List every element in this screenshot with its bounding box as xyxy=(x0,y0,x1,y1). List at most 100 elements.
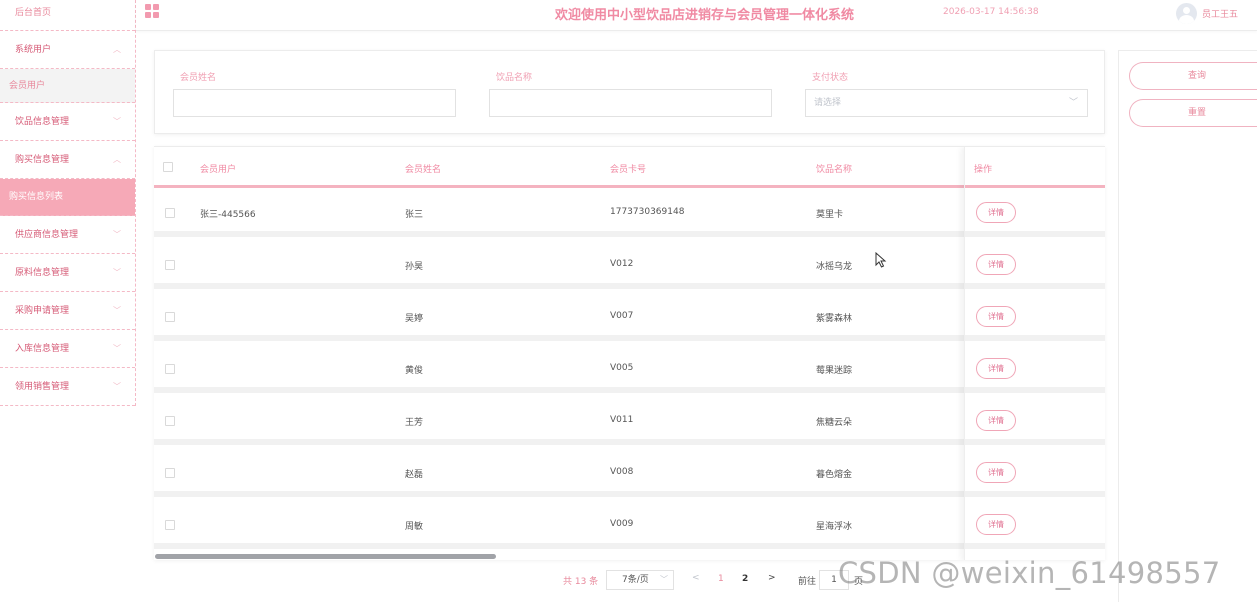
reset-button[interactable]: 重置 xyxy=(1129,99,1257,127)
sidebar-item-procurement-request[interactable]: 采购申请管理 ﹀ xyxy=(0,292,135,330)
chevron-up-icon: ︿ xyxy=(113,155,121,164)
cell-member-name: 孙昊 xyxy=(405,262,424,272)
table-row: 吴婷 V007 紫雾森林 详情 xyxy=(154,295,1105,341)
cell-drink-name: 冰摇乌龙 xyxy=(816,262,853,272)
user-name[interactable]: 员工王五 xyxy=(1202,7,1238,20)
sidebar-item-system-users[interactable]: 系统用户 ︿ xyxy=(0,31,135,69)
col-member-name: 会员姓名 xyxy=(405,165,442,175)
sidebar-item-label: 供应商信息管理 xyxy=(15,230,79,240)
sidebar-item-label: 原料信息管理 xyxy=(15,268,70,278)
pay-status-select[interactable]: 请选择 ﹀ xyxy=(805,89,1088,117)
table-row: 王芳 V011 焦糖云朵 详情 xyxy=(154,399,1105,445)
sidebar-item-label: 购买信息管理 xyxy=(15,155,70,165)
sidebar-item-stock-in-management[interactable]: 入库信息管理 ﹀ xyxy=(0,330,135,368)
user-avatar-icon[interactable] xyxy=(1176,3,1197,24)
next-page-button[interactable]: > xyxy=(768,573,776,583)
detail-button[interactable]: 详情 xyxy=(976,358,1016,379)
sidebar-item-label: 领用销售管理 xyxy=(15,382,70,392)
pagination-total: 共 13 条 xyxy=(563,577,599,587)
page-size-select[interactable]: 7条/页 ﹀ xyxy=(606,570,674,590)
chevron-down-icon: ﹀ xyxy=(113,117,121,126)
watermark: CSDN @weixin_61498557 xyxy=(838,556,1221,590)
cell-card-no: V005 xyxy=(610,363,634,373)
horizontal-scrollbar[interactable] xyxy=(155,554,496,559)
sidebar-item-sales-management[interactable]: 领用销售管理 ﹀ xyxy=(0,368,135,406)
top-header: 欢迎使用中小型饮品店进销存与会员管理一体化系统 2026-03-17 14:56… xyxy=(136,0,1257,31)
cell-drink-name: 莫里卡 xyxy=(816,210,844,220)
page-number-2[interactable]: 2 xyxy=(742,574,748,584)
cell-member-user: 张三-445566 xyxy=(200,210,256,220)
drink-name-input[interactable] xyxy=(489,89,772,117)
row-checkbox[interactable] xyxy=(165,364,175,374)
cell-card-no: V011 xyxy=(610,415,634,425)
table-row: 赵磊 V008 暮色熔金 详情 xyxy=(154,451,1105,497)
member-name-input[interactable] xyxy=(173,89,456,117)
row-checkbox[interactable] xyxy=(165,260,175,270)
cell-card-no: V012 xyxy=(610,259,634,269)
mouse-cursor-icon xyxy=(875,252,887,268)
cell-member-name: 张三 xyxy=(405,210,424,220)
cell-card-no: V008 xyxy=(610,467,634,477)
query-button[interactable]: 查询 xyxy=(1129,62,1257,90)
member-name-label: 会员姓名 xyxy=(180,73,217,83)
cell-card-no: 1773730369148 xyxy=(610,207,685,217)
detail-button[interactable]: 详情 xyxy=(976,514,1016,535)
grid-icon[interactable] xyxy=(145,4,159,18)
chevron-up-icon: ︿ xyxy=(113,45,121,54)
drink-name-label: 饮品名称 xyxy=(496,73,533,83)
pay-status-placeholder: 请选择 xyxy=(814,98,842,108)
sidebar-item-label: 饮品信息管理 xyxy=(15,117,70,127)
cell-member-name: 王芳 xyxy=(405,418,424,428)
chevron-down-icon: ﹀ xyxy=(113,268,121,277)
cell-member-name: 周敏 xyxy=(405,522,424,532)
cell-card-no: V007 xyxy=(610,311,634,321)
purchase-table: 会员用户 会员姓名 会员卡号 饮品名称 操作 张三-445566 张三 1773… xyxy=(154,146,1105,560)
table-row: 黄俊 V005 莓果迷踪 详情 xyxy=(154,347,1105,393)
cell-card-no: V009 xyxy=(610,519,634,529)
row-checkbox[interactable] xyxy=(165,208,175,218)
cell-drink-name: 紫雾森林 xyxy=(816,314,853,324)
col-action: 操作 xyxy=(974,165,993,175)
select-all-checkbox[interactable] xyxy=(163,162,173,172)
chevron-down-icon: ﹀ xyxy=(113,230,121,239)
cell-drink-name: 星海浮冰 xyxy=(816,522,853,532)
chevron-down-icon: ﹀ xyxy=(113,306,121,315)
current-datetime: 2026-03-17 14:56:38 xyxy=(943,7,1039,17)
page-number-1[interactable]: 1 xyxy=(718,574,724,584)
chevron-down-icon: ﹀ xyxy=(1068,98,1078,108)
sidebar: 后台首页 系统用户 ︿ 会员用户 饮品信息管理 ﹀ 购买信息管理 ︿ 购买信息列… xyxy=(0,0,136,406)
prev-page-button[interactable]: < xyxy=(692,573,700,583)
table-row: 周敏 V009 星海浮冰 详情 xyxy=(154,503,1105,549)
table-row: 孙昊 V012 冰摇乌龙 详情 xyxy=(154,243,1105,289)
sidebar-subitem-purchase-list[interactable]: 购买信息列表 xyxy=(0,179,135,216)
sidebar-item-supplier-management[interactable]: 供应商信息管理 ﹀ xyxy=(0,216,135,254)
sidebar-item-purchase-management[interactable]: 购买信息管理 ︿ xyxy=(0,141,135,179)
col-card-no: 会员卡号 xyxy=(610,165,647,175)
col-member-user: 会员用户 xyxy=(200,165,237,175)
row-checkbox[interactable] xyxy=(165,312,175,322)
sidebar-item-material-management[interactable]: 原料信息管理 ﹀ xyxy=(0,254,135,292)
sidebar-item-drink-management[interactable]: 饮品信息管理 ﹀ xyxy=(0,103,135,141)
cell-member-name: 赵磊 xyxy=(405,470,424,480)
chevron-down-icon: ﹀ xyxy=(113,344,121,353)
cell-member-name: 黄俊 xyxy=(405,366,424,376)
cell-member-name: 吴婷 xyxy=(405,314,424,324)
detail-button[interactable]: 详情 xyxy=(976,254,1016,275)
cell-drink-name: 莓果迷踪 xyxy=(816,366,853,376)
cell-drink-name: 焦糖云朵 xyxy=(816,418,853,428)
cell-drink-name: 暮色熔金 xyxy=(816,470,853,480)
row-checkbox[interactable] xyxy=(165,468,175,478)
detail-button[interactable]: 详情 xyxy=(976,410,1016,431)
col-drink-name: 饮品名称 xyxy=(816,165,853,175)
row-checkbox[interactable] xyxy=(165,416,175,426)
goto-label: 前往 xyxy=(798,577,817,587)
app-title: 欢迎使用中小型饮品店进销存与会员管理一体化系统 xyxy=(555,8,855,23)
sidebar-item-label: 采购申请管理 xyxy=(15,306,70,316)
detail-button[interactable]: 详情 xyxy=(976,202,1016,223)
sidebar-subitem-member-users[interactable]: 会员用户 xyxy=(0,69,135,103)
row-checkbox[interactable] xyxy=(165,520,175,530)
detail-button[interactable]: 详情 xyxy=(976,306,1016,327)
detail-button[interactable]: 详情 xyxy=(976,462,1016,483)
pay-status-label: 支付状态 xyxy=(812,73,849,83)
sidebar-home[interactable]: 后台首页 xyxy=(0,0,135,31)
